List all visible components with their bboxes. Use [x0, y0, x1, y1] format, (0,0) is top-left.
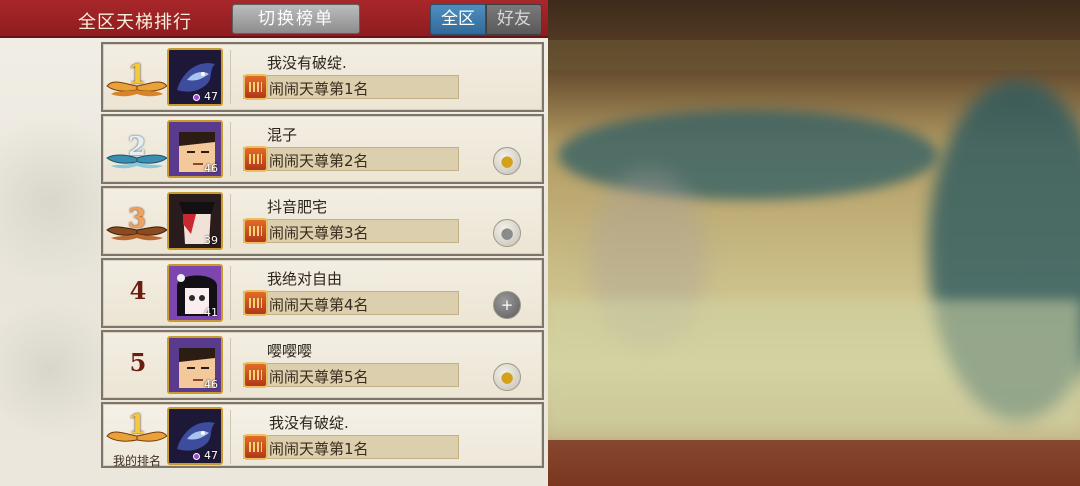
ranking-panel: 全区天梯排行 切换榜单 全区 好友 1 47 我没有破绽. 闹闹天尊第1名 2 … — [0, 0, 548, 486]
row-divider — [230, 122, 231, 176]
gold-wings-rank-icon: 1 — [105, 406, 169, 452]
rank-number: 3 — [127, 204, 147, 234]
player-name: 我没有破绽. — [267, 54, 347, 72]
game-scene-background — [548, 0, 1080, 486]
scene-floor — [548, 300, 1080, 430]
player-name: 我绝对自由 — [267, 270, 343, 288]
rank-number: 5 — [129, 348, 147, 377]
player-level: 47 — [204, 449, 218, 462]
player-avatar[interactable]: 41 — [167, 264, 223, 322]
player-level: 41 — [204, 306, 218, 319]
silver-coin-icon[interactable]: ● — [493, 219, 521, 247]
player-level: 39 — [204, 234, 218, 247]
row-divider — [230, 194, 231, 248]
gold-coin-icon[interactable]: ● — [493, 147, 521, 175]
status-dot — [193, 453, 200, 460]
ranking-row-5[interactable]: 5 46 嘤嘤嘤 闹闹天尊第5名 ● — [101, 330, 544, 400]
treasure-chest-icon — [243, 74, 268, 100]
treasure-chest-icon — [243, 434, 268, 460]
scene-beam — [548, 40, 1080, 70]
panel-header: 全区天梯排行 切换榜单 全区 好友 — [0, 0, 548, 38]
add-friend-icon[interactable]: + — [493, 291, 521, 319]
my-ranking-row[interactable]: 1 我的排名 47 我没有破绽. 闹闹天尊第1名 — [101, 402, 544, 468]
gold-coin-icon[interactable]: ● — [493, 363, 521, 391]
treasure-chest-icon — [243, 146, 268, 172]
ranking-row-3[interactable]: 3 39 抖音肥宅 闹闹天尊第3名 ● — [101, 186, 544, 256]
player-title: 闹闹天尊第1名 — [269, 80, 369, 98]
treasure-chest-icon — [243, 218, 268, 244]
player-title: 闹闹天尊第4名 — [269, 296, 369, 314]
player-title: 闹闹天尊第1名 — [269, 440, 369, 458]
ranking-row-4[interactable]: 4 41 我绝对自由 闹闹天尊第4名 + — [101, 258, 544, 328]
player-avatar[interactable]: 47 — [167, 48, 223, 106]
player-avatar[interactable]: 46 — [167, 120, 223, 178]
ranking-row-1[interactable]: 1 47 我没有破绽. 闹闹天尊第1名 — [101, 42, 544, 112]
page-title: 全区天梯排行 — [78, 12, 192, 33]
rank-number: 1 — [127, 60, 147, 90]
player-avatar[interactable]: 39 — [167, 192, 223, 250]
player-name: 我没有破绽. — [269, 414, 349, 432]
rank-number: 2 — [127, 132, 147, 162]
player-level: 47 — [204, 90, 218, 103]
silver-wings-rank-icon: 2 — [105, 128, 169, 174]
player-name: 嘤嘤嘤 — [267, 342, 313, 360]
treasure-chest-icon — [243, 290, 268, 316]
player-title: 闹闹天尊第5名 — [269, 368, 369, 386]
tab-friends[interactable]: 好友 — [486, 4, 542, 35]
row-divider — [230, 410, 231, 464]
my-rank-label: 我的排名 — [112, 454, 161, 468]
rank-number: 4 — [129, 276, 147, 305]
player-avatar[interactable]: 47 — [167, 407, 223, 465]
scene-bottom-frame — [548, 440, 1080, 486]
treasure-chest-icon — [243, 362, 268, 388]
status-dot — [193, 94, 200, 101]
row-divider — [230, 338, 231, 392]
tab-all-region[interactable]: 全区 — [430, 4, 486, 35]
player-name: 混子 — [267, 126, 298, 144]
bronze-wings-rank-icon: 3 — [105, 200, 169, 246]
row-divider — [230, 266, 231, 320]
player-avatar[interactable]: 46 — [167, 336, 223, 394]
player-title: 闹闹天尊第3名 — [269, 224, 369, 242]
ranking-row-2[interactable]: 2 46 混子 闹闹天尊第2名 ● — [101, 114, 544, 184]
rank-number: 1 — [127, 410, 147, 440]
gold-wings-rank-icon: 1 — [105, 56, 169, 102]
row-divider — [230, 50, 231, 104]
player-title: 闹闹天尊第2名 — [269, 152, 369, 170]
player-level: 46 — [204, 162, 218, 175]
player-level: 46 — [204, 378, 218, 391]
player-name: 抖音肥宅 — [267, 198, 328, 216]
switch-leaderboard-button[interactable]: 切换榜单 — [232, 4, 360, 34]
